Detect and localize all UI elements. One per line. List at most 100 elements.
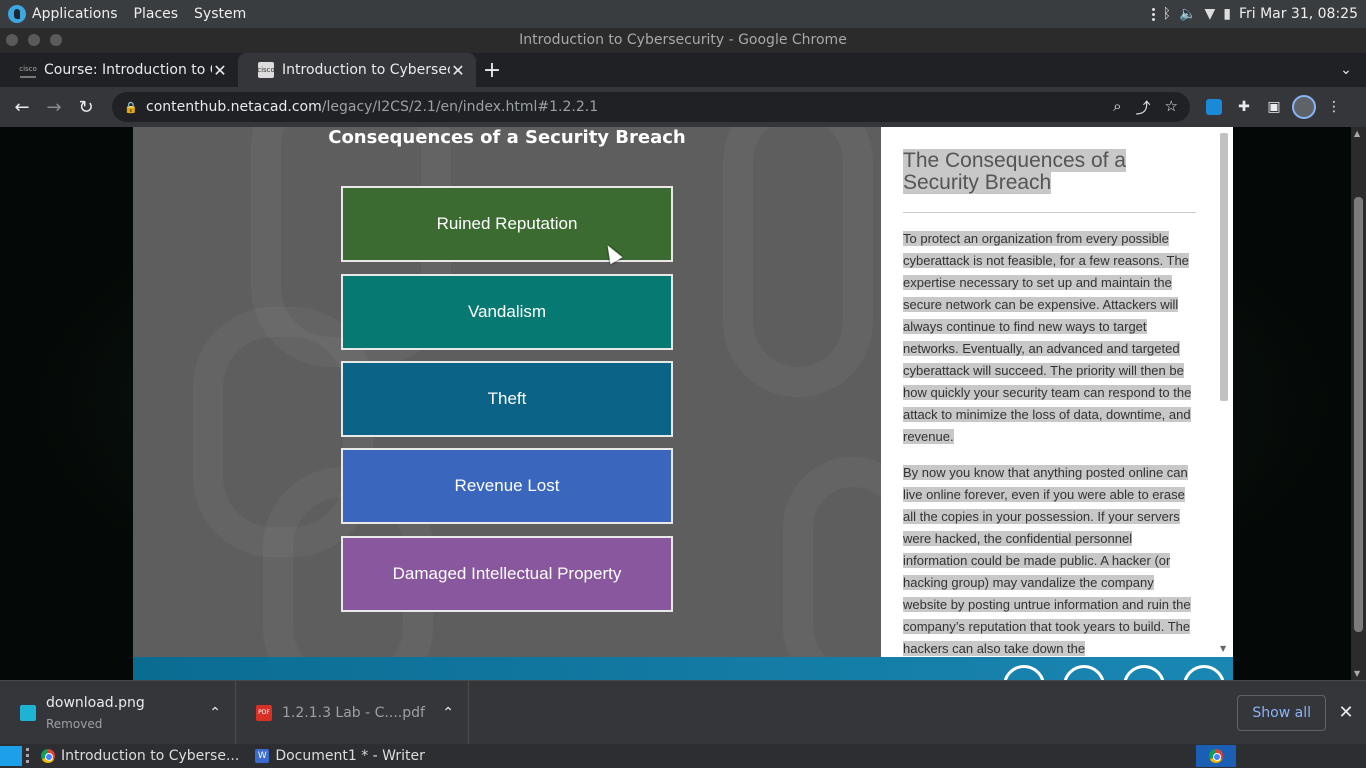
pdf-icon: PDF xyxy=(256,704,272,721)
omnibox-actions: ⌕ ⤴ ☆ xyxy=(1113,97,1178,118)
volume-icon[interactable]: 🔈 xyxy=(1179,6,1196,22)
url-domain: contenthub.netacad.com xyxy=(146,99,322,115)
tab-strip: cisco Course: Introduction to Cyb ✕ cisc… xyxy=(0,53,1366,87)
slide-title: Consequences of a Security Breach xyxy=(328,127,686,148)
chrome-icon xyxy=(41,749,55,763)
address-bar[interactable]: 🔒 contenthub.netacad.com/legacy/I2CS/2.1… xyxy=(112,92,1190,122)
scroll-down-arrow-icon[interactable]: ▼ xyxy=(1354,669,1360,678)
show-desktop-button[interactable] xyxy=(0,746,22,766)
text-panel: The Consequences of a Security Breach To… xyxy=(881,127,1233,657)
chevron-up-icon[interactable]: ⌃ xyxy=(209,705,221,721)
download-status: Removed xyxy=(46,716,103,731)
tab-title: Course: Introduction to Cyb xyxy=(44,62,212,78)
paragraph-text: To protect an organization from every po… xyxy=(903,231,1192,444)
text-panel-heading: The Consequences of a Security Breach xyxy=(903,149,1196,213)
top-panel: Applications Places System ᛒ 🔈 ▼ ▮ Fri M… xyxy=(0,0,1366,28)
page-scroll-thumb[interactable] xyxy=(1354,197,1363,632)
image-icon xyxy=(20,704,36,721)
bookmark-star-icon[interactable]: ☆ xyxy=(1165,97,1178,118)
text-paragraph: By now you know that anything posted onl… xyxy=(903,462,1196,657)
ruined-reputation-button[interactable]: Ruined Reputation xyxy=(341,186,673,262)
text-panel-scrollbar[interactable]: ▼ xyxy=(1219,133,1229,653)
battery-icon[interactable]: ▮ xyxy=(1223,6,1231,22)
bluetooth-icon[interactable]: ᛒ xyxy=(1163,6,1171,22)
download-item[interactable]: PDF 1.2.1.3 Lab - C....pdf ⌃ xyxy=(236,680,469,745)
taskbar-item-writer[interactable]: W Document1 * - Writer xyxy=(247,744,433,768)
text-panel-content: The Consequences of a Security Breach To… xyxy=(903,149,1196,657)
taskbar-item-chrome[interactable]: Introduction to Cyberse... xyxy=(33,744,247,768)
taskbar-grip xyxy=(26,748,29,764)
taskbar-item-label: Document1 * - Writer xyxy=(275,748,425,764)
close-window-button[interactable] xyxy=(6,34,18,46)
cisco-favicon-icon: cisco xyxy=(257,62,275,78)
scroll-up-arrow-icon[interactable]: ▲ xyxy=(1354,129,1360,138)
extensions-area: ✚ ▣ ⋮ xyxy=(1202,95,1346,119)
damaged-ip-button[interactable]: Damaged Intellectual Property xyxy=(341,536,673,612)
tray-chrome-button[interactable] xyxy=(1196,745,1236,767)
tab-course[interactable]: cisco Course: Introduction to Cyb ✕ xyxy=(0,53,238,87)
applications-label: Applications xyxy=(32,6,118,22)
reload-button[interactable]: ↻ xyxy=(72,93,100,121)
clock[interactable]: Fri Mar 31, 08:25 xyxy=(1239,6,1358,22)
new-tab-button[interactable]: + xyxy=(476,53,508,87)
side-panel-icon[interactable]: ▣ xyxy=(1262,95,1286,119)
applications-menu[interactable]: Applications xyxy=(0,5,126,23)
previous-nav-button[interactable] xyxy=(1123,665,1165,680)
maximize-window-button[interactable] xyxy=(50,34,62,46)
tab-title: Introduction to Cybersecurity xyxy=(282,62,450,78)
download-text: download.png Removed xyxy=(46,695,145,731)
download-filename: download.png xyxy=(46,694,145,711)
slide-panel: Consequences of a Security Breach Ruined… xyxy=(133,127,881,657)
theft-button[interactable]: Theft xyxy=(341,361,673,437)
scroll-down-arrow-icon[interactable]: ▼ xyxy=(1220,644,1226,653)
decor-arch xyxy=(783,457,881,657)
zoom-icon[interactable]: ⌕ xyxy=(1113,97,1121,118)
revenue-lost-button[interactable]: Revenue Lost xyxy=(341,448,673,524)
chrome-icon xyxy=(1209,749,1223,763)
course-nav-bar xyxy=(133,657,1233,680)
decor-arch xyxy=(723,127,873,397)
vandalism-button[interactable]: Vandalism xyxy=(341,274,673,350)
download-item[interactable]: download.png Removed ⌃ xyxy=(0,680,236,745)
bookmark-nav-button[interactable] xyxy=(1063,665,1105,680)
menu-nav-button[interactable] xyxy=(1003,665,1045,680)
extension-icon[interactable] xyxy=(1202,95,1226,119)
page-scrollbar[interactable]: ▲ ▼ xyxy=(1351,127,1366,680)
taskbar-item-label: Introduction to Cyberse... xyxy=(61,748,240,764)
cisco-favicon-icon: cisco xyxy=(19,62,37,78)
forward-button[interactable]: → xyxy=(40,93,68,121)
lock-icon[interactable]: 🔒 xyxy=(124,101,138,114)
minimize-window-button[interactable] xyxy=(28,34,40,46)
distro-logo-icon xyxy=(8,5,26,23)
close-icon[interactable]: ✕ xyxy=(1326,702,1366,723)
text-panel-heading-text: The Consequences of a Security Breach xyxy=(903,149,1126,194)
system-menu[interactable]: System xyxy=(186,6,254,22)
system-tray: ᛒ 🔈 ▼ ▮ Fri Mar 31, 08:25 xyxy=(1151,6,1366,22)
text-panel-scroll-thumb[interactable] xyxy=(1220,133,1228,401)
show-all-downloads-button[interactable]: Show all xyxy=(1237,694,1326,731)
next-nav-button[interactable] xyxy=(1183,665,1225,680)
download-filename: 1.2.1.3 Lab - C....pdf xyxy=(282,704,425,721)
profile-avatar[interactable] xyxy=(1292,95,1316,119)
chevron-up-icon[interactable]: ⌃ xyxy=(442,705,454,721)
back-button[interactable]: ← xyxy=(8,93,36,121)
window-titlebar: Introduction to Cybersecurity - Google C… xyxy=(0,28,1366,53)
share-icon[interactable]: ⤴ xyxy=(1136,97,1151,118)
close-tab-icon[interactable]: ✕ xyxy=(212,61,228,80)
url-path: /legacy/I2CS/2.1/en/index.html#1.2.2.1 xyxy=(321,99,599,115)
places-menu[interactable]: Places xyxy=(126,6,187,22)
menu-icon[interactable]: ⋮ xyxy=(1322,95,1346,119)
browser-toolbar: ← → ↻ 🔒 contenthub.netacad.com/legacy/I2… xyxy=(0,87,1366,127)
wifi-icon[interactable]: ▼ xyxy=(1204,6,1215,22)
window-title: Introduction to Cybersecurity - Google C… xyxy=(519,32,847,48)
window-controls xyxy=(6,34,62,46)
more-icon[interactable] xyxy=(1151,7,1155,21)
paragraph-text: By now you know that anything posted onl… xyxy=(903,465,1191,656)
puzzle-icon[interactable]: ✚ xyxy=(1232,95,1256,119)
downloads-bar: download.png Removed ⌃ PDF 1.2.1.3 Lab -… xyxy=(0,680,1366,745)
tab-search-chevron-icon[interactable]: ⌄ xyxy=(1326,53,1366,87)
course-frame: Consequences of a Security Breach Ruined… xyxy=(133,127,1233,680)
page-viewport: Consequences of a Security Breach Ruined… xyxy=(0,127,1366,680)
tab-introduction[interactable]: cisco Introduction to Cybersecurity ✕ xyxy=(238,53,476,87)
close-tab-icon[interactable]: ✕ xyxy=(450,61,466,80)
